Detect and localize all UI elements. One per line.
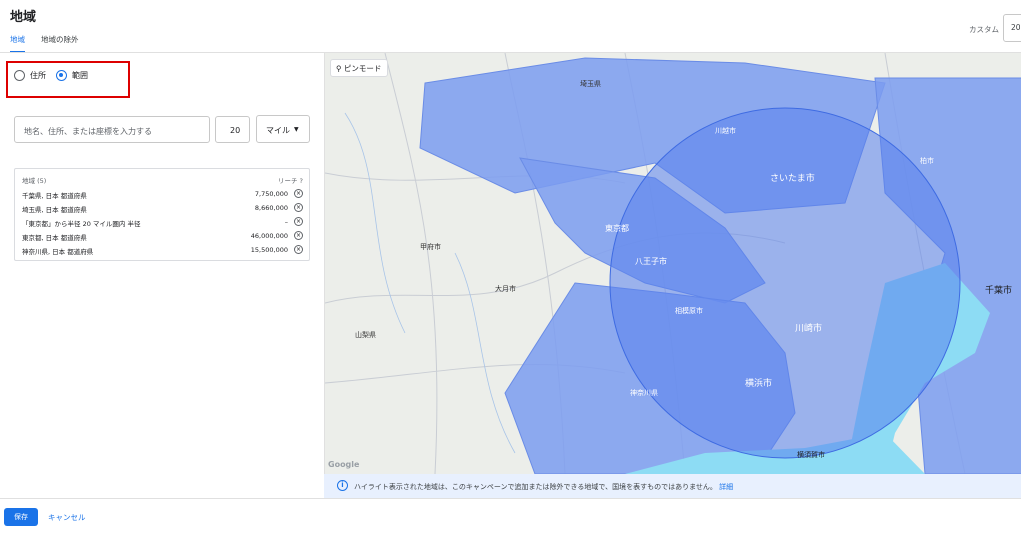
radio-radius[interactable]: 範囲 — [56, 70, 88, 81]
tab-bar: 地域 地域の除外 — [10, 34, 79, 53]
table-header-reach: リーチ ? — [277, 177, 303, 185]
location-search-input[interactable]: 地名、住所、または座標を入力する — [14, 116, 210, 143]
label-saitama-pref: 埼玉県 — [580, 79, 601, 88]
table-row: 「東京都」から半径 20 マイル圏内 半径 – × — [22, 217, 306, 230]
label-yamanashi: 山梨県 — [355, 330, 376, 339]
location-reach: 7,750,000 — [254, 190, 288, 198]
map-attribution: Google — [328, 460, 360, 469]
table-header-location: 地域 (5) — [22, 177, 47, 185]
page-title: 地域 — [10, 10, 37, 25]
map-view[interactable]: 東京都 埼玉県 山梨県 神奈川県 さいたま市 川崎市 横浜市 千葉市 八王子市 … — [324, 53, 1021, 474]
targeting-panel: 住所 範囲 地名、住所、または座標を入力する 20 マイル ▼ 地域 (5) リ… — [0, 53, 322, 498]
tab-locations[interactable]: 地域 — [10, 34, 25, 53]
pin-icon: ⚲ — [336, 64, 342, 73]
remove-location-icon[interactable]: × — [294, 245, 303, 254]
help-icon[interactable]: ? — [300, 177, 303, 185]
label-sagamihara: 相模原市 — [675, 306, 703, 315]
location-name: 東京都, 日本 都道府県 — [22, 234, 87, 242]
targeting-type-radio-group: 住所 範囲 — [14, 70, 88, 81]
save-button[interactable]: 保存 — [4, 508, 38, 526]
radius-input[interactable]: 20 — [215, 116, 250, 143]
radio-address[interactable]: 住所 — [14, 70, 46, 81]
location-name: 神奈川県, 日本 都道府県 — [22, 248, 94, 256]
label-yokosuka: 横須賀市 — [797, 450, 825, 459]
radius-unit-select[interactable]: マイル ▼ — [256, 115, 310, 143]
map-canvas[interactable]: 東京都 埼玉県 山梨県 神奈川県 さいたま市 川崎市 横浜市 千葉市 八王子市 … — [325, 53, 1021, 474]
label-otsuki: 大月市 — [495, 284, 516, 293]
radio-radius-label: 範囲 — [72, 71, 88, 80]
location-reach: 8,660,000 — [254, 204, 288, 212]
table-row: 神奈川県, 日本 都道府県 15,500,000 × — [22, 245, 306, 258]
location-reach: 15,500,000 — [250, 246, 288, 254]
targeted-locations-table: 地域 (5) リーチ ? 千葉県, 日本 都道府県 7,750,000 × 埼玉… — [14, 168, 310, 261]
dropdown-caret-icon: ▼ — [294, 126, 299, 133]
label-saitama-city: さいたま市 — [770, 172, 815, 184]
date-range-selector[interactable]: 20 — [1003, 14, 1021, 42]
radius-circle — [609, 107, 961, 459]
location-name: 埼玉県, 日本 都道府県 — [22, 206, 87, 214]
pin-mode-button[interactable]: ⚲ ピンモード — [330, 59, 388, 77]
location-reach: – — [284, 218, 288, 226]
table-row: 千葉県, 日本 都道府県 7,750,000 × — [22, 189, 306, 202]
radio-checked-icon — [56, 70, 67, 81]
table-row: 埼玉県, 日本 都道府県 8,660,000 × — [22, 203, 306, 216]
table-header: 地域 (5) リーチ ? — [22, 175, 306, 185]
pin-mode-label: ピンモード — [343, 64, 382, 73]
location-name: 「東京都」から半径 20 マイル圏内 半径 — [22, 220, 141, 228]
label-kofu: 甲府市 — [420, 242, 441, 251]
label-yokohama: 横浜市 — [745, 377, 772, 389]
learn-more-link[interactable]: 詳細 — [719, 483, 733, 491]
label-chiba-city: 千葉市 — [985, 284, 1012, 296]
radio-address-label: 住所 — [30, 71, 46, 80]
table-row: 東京都, 日本 都道府県 46,000,000 × — [22, 231, 306, 244]
cancel-button[interactable]: キャンセル — [48, 512, 86, 523]
footer-divider — [0, 498, 1021, 499]
label-kashiwa: 柏市 — [920, 156, 934, 165]
location-name: 千葉県, 日本 都道府県 — [22, 192, 87, 200]
remove-location-icon[interactable]: × — [294, 189, 303, 198]
tab-location-exclusions[interactable]: 地域の除外 — [41, 34, 79, 53]
location-reach: 46,000,000 — [250, 232, 288, 240]
remove-location-icon[interactable]: × — [294, 231, 303, 240]
remove-location-icon[interactable]: × — [294, 217, 303, 226]
info-icon: i — [337, 480, 348, 491]
label-hachioji: 八王子市 — [635, 256, 667, 266]
remove-location-icon[interactable]: × — [294, 203, 303, 212]
label-kawagoe: 川越市 — [715, 126, 736, 135]
label-tokyo-pref: 東京都 — [605, 223, 629, 233]
radius-unit-value: マイル — [266, 126, 290, 135]
info-text: ハイライト表示された地域は、このキャンペーンで追加または除外できる地域で、国境を… — [354, 483, 717, 491]
info-bar: i ハイライト表示された地域は、このキャンペーンで追加または除外できる地域で、国… — [324, 474, 1021, 498]
radio-unchecked-icon — [14, 70, 25, 81]
date-range-label: カスタム — [969, 25, 999, 34]
label-kanagawa: 神奈川県 — [630, 388, 658, 397]
label-kawasaki: 川崎市 — [795, 322, 822, 334]
